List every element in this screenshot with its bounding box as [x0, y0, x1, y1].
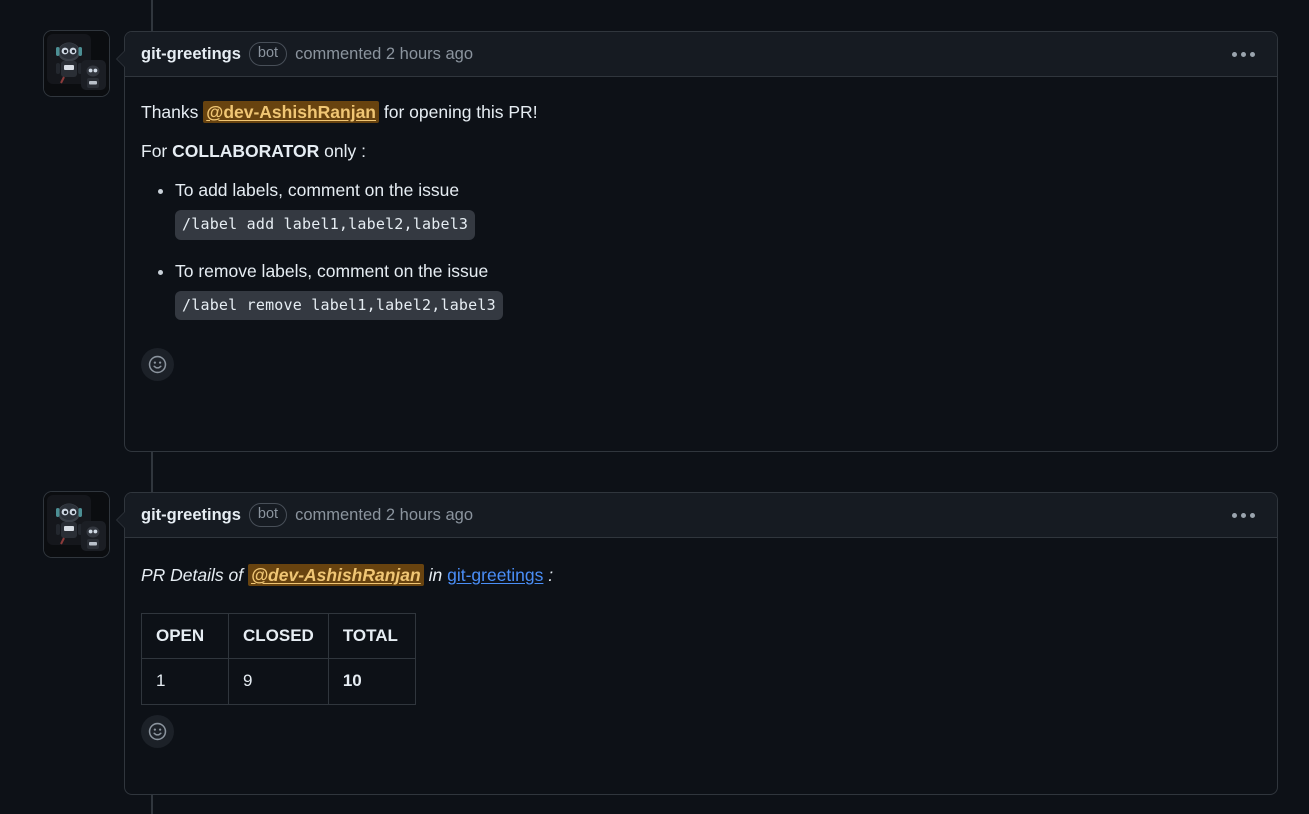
robot-avatar-icon	[44, 31, 109, 96]
reaction-row	[125, 338, 1277, 397]
pr-details-suffix: :	[543, 565, 554, 585]
column-header-open: OPEN	[141, 613, 229, 660]
command-code: /label remove label1,label2,label3	[175, 290, 503, 320]
column-header-closed: CLOSED	[228, 613, 329, 660]
bot-badge: bot	[248, 502, 288, 528]
comment-author[interactable]: git-greetings	[141, 45, 241, 64]
comment-author[interactable]: git-greetings	[141, 506, 241, 525]
list-item-label: To remove labels, comment on the issue	[175, 260, 489, 281]
cell-open-count: 1	[141, 658, 229, 705]
comment-timestamp: commented 2 hours ago	[295, 505, 474, 524]
comment-card: git-greetings bot commented 2 hours ago …	[116, 492, 1278, 795]
collaborator-paragraph: For COLLABORATOR only :	[141, 138, 1261, 165]
thanks-suffix-text: for opening this PR!	[379, 102, 538, 122]
collaborator-keyword: COLLABORATOR	[172, 141, 320, 162]
list-item-label: To add labels, comment on the issue	[175, 180, 460, 201]
thanks-paragraph: Thanks @dev-AshishRanjan for opening thi…	[141, 99, 1261, 126]
repo-link[interactable]: git-greetings	[447, 565, 543, 585]
comment-header: git-greetings bot commented 2 hours ago	[125, 493, 1277, 538]
pr-details-line: PR Details of @dev-AshishRanjan in git-g…	[141, 562, 1261, 589]
command-code: /label add label1,label2,label3	[175, 210, 476, 240]
table-row: 1 9 10	[141, 658, 416, 705]
list-item: To add labels, comment on the issue /lab…	[175, 177, 1261, 240]
add-reaction-button[interactable]	[141, 714, 174, 748]
for-suffix-text: only :	[319, 141, 366, 162]
add-reaction-button[interactable]	[141, 348, 174, 381]
thanks-prefix-text: Thanks	[141, 102, 204, 122]
comment-timestamp: commented 2 hours ago	[295, 44, 474, 63]
comment-body: Thanks @dev-AshishRanjan for opening thi…	[125, 77, 1277, 320]
pr-details-prefix: PR Details of	[141, 565, 248, 585]
list-item: To remove labels, comment on the issue /…	[175, 258, 1261, 320]
reaction-row	[125, 705, 1277, 764]
bot-badge: bot	[248, 41, 288, 67]
pr-stats-table: OPEN CLOSED TOTAL 1 9 10	[141, 613, 416, 705]
column-header-total: TOTAL	[327, 613, 416, 660]
kebab-menu-icon[interactable]	[1226, 46, 1261, 63]
table-header-row: OPEN CLOSED TOTAL	[141, 613, 416, 660]
smiley-reaction-icon	[148, 722, 167, 741]
for-prefix-text: For	[141, 141, 173, 162]
robot-avatar-icon	[44, 492, 109, 557]
comment-body: PR Details of @dev-AshishRanjan in git-g…	[125, 538, 1277, 705]
comment-header: git-greetings bot commented 2 hours ago	[125, 32, 1277, 77]
kebab-menu-icon[interactable]	[1226, 507, 1261, 524]
user-mention[interactable]: @dev-AshishRanjan	[203, 101, 379, 123]
pr-details-middle: in	[423, 565, 448, 585]
avatar[interactable]	[44, 31, 109, 96]
pr-timeline-page: git-greetings bot commented 2 hours ago …	[0, 0, 1309, 814]
cell-closed-count: 9	[228, 658, 329, 705]
cell-total-count: 10	[327, 658, 416, 705]
smiley-reaction-icon	[148, 355, 167, 374]
comment-card: git-greetings bot commented 2 hours ago …	[116, 31, 1278, 452]
user-mention[interactable]: @dev-AshishRanjan	[247, 564, 424, 586]
avatar[interactable]	[44, 492, 109, 557]
instruction-list: To add labels, comment on the issue /lab…	[141, 177, 1261, 320]
